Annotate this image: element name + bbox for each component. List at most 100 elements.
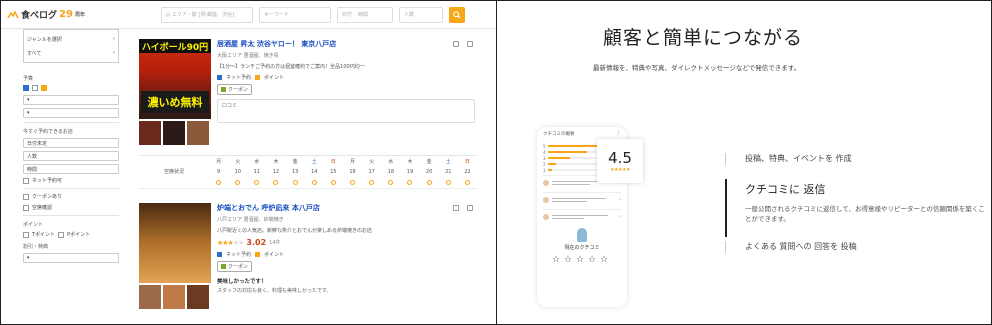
review-title[interactable]: 美味しかったです！: [217, 277, 475, 285]
restaurant-info: 居酒屋 昇太 渋谷ヤロー！ 東京八戸店 大阪エリア 居酒屋、焼き鳥 【1分〜】ラ…: [217, 39, 475, 123]
online-reserve-row[interactable]: ネット予約可: [23, 177, 123, 184]
bookmark-icon[interactable]: [467, 205, 473, 211]
feature-reply-reviews[interactable]: クチコミに 返信: [745, 181, 826, 197]
budget-min-select[interactable]: ▾: [23, 95, 119, 105]
search-button[interactable]: [448, 6, 465, 23]
point-icon: [255, 252, 261, 257]
photo-thumbnails: [139, 285, 209, 309]
restaurant-name-link[interactable]: 居酒屋 昇太 渋谷ヤロー！ 東京八戸店: [217, 39, 475, 49]
date-field[interactable]: 日付: [342, 11, 352, 18]
right-screenshot: 顧客と簡単につながる 最新情報を、特典や写真、ダイレクトメッセージなどで発信でき…: [496, 0, 992, 325]
restaurant-tags: ネット予約 ポイント: [217, 74, 475, 81]
genre-selector[interactable]: ジャンルを選択 › すべて ›: [23, 29, 119, 63]
logo[interactable]: 食べログ 29 周年: [7, 8, 85, 21]
calendar-day[interactable]: 月9: [209, 156, 228, 187]
vacancy-row[interactable]: 空席確認: [23, 204, 123, 211]
coupon-checkbox[interactable]: [23, 193, 29, 200]
people-selector[interactable]: 人数: [398, 6, 443, 23]
rating-row: ★★★★★ 3.02 14件: [217, 238, 475, 247]
divider: [725, 153, 726, 165]
feature-create-posts[interactable]: 投稿、特典、イベントを 作成: [745, 153, 852, 164]
more-icon[interactable]: ⋮: [617, 131, 622, 137]
top-bar: 食べログ 29 周年 ◎ エリア・駅 [例:銀座、渋谷] キーワード 日付 時間…: [1, 1, 496, 29]
calendar-day[interactable]: 木 19: [400, 156, 419, 187]
lunch-checkbox[interactable]: [23, 85, 29, 91]
discount-select[interactable]: ▾: [23, 253, 119, 263]
review-post-icon: [577, 228, 587, 242]
restaurant-photo[interactable]: ハイボール90円 濃いめ無料: [139, 39, 211, 119]
reserve-time-field[interactable]: 時間: [23, 164, 119, 174]
calendar-day[interactable]: 日 15: [324, 156, 343, 187]
thumbnail[interactable]: [139, 285, 161, 309]
calendar-day[interactable]: 金 13: [286, 156, 305, 187]
coupon-button[interactable]: クーポン: [217, 261, 253, 272]
active-indicator: [725, 179, 727, 237]
review-count[interactable]: 14件: [269, 239, 280, 246]
point-row[interactable]: Tポイント Pポイント: [23, 231, 123, 238]
reserve-date-field[interactable]: 日付未定: [23, 138, 119, 148]
p-point-checkbox[interactable]: [58, 231, 65, 238]
restaurant-photo[interactable]: [139, 203, 211, 283]
thumbnail[interactable]: [163, 121, 185, 145]
feature-faq[interactable]: よくある 質問への 回答を 投稿: [745, 241, 857, 252]
time-field[interactable]: 時間: [358, 11, 368, 18]
restaurant-name-link[interactable]: 炉端とおでん 呼炉凪来 本八戸店: [217, 203, 475, 213]
page-title: 顧客と簡単につながる: [603, 27, 804, 49]
area-search-input[interactable]: ◎ エリア・駅 [例:銀座、渋谷]: [160, 6, 253, 23]
coupon-button[interactable]: クーポン: [217, 84, 253, 95]
calendar-day[interactable]: 土 21: [439, 156, 458, 187]
save-icon[interactable]: [453, 205, 459, 211]
keyword-search-input[interactable]: キーワード: [258, 6, 331, 23]
phone-header: クチコミの概要 ⋮: [543, 131, 621, 137]
coupon-icon: [221, 264, 226, 269]
card-actions: [453, 205, 473, 211]
logo-text: 食べログ: [21, 11, 58, 21]
left-screenshot: 食べログ 29 周年 ◎ エリア・駅 [例:銀座、渋谷] キーワード 日付 時間…: [0, 0, 496, 325]
budget-max-select[interactable]: ▾: [23, 108, 119, 118]
calendar-day[interactable]: 金 20: [420, 156, 439, 187]
restaurant-area: 八戸エリア 居酒屋、炉端焼き: [217, 217, 284, 223]
net-reserve-icon: [217, 252, 222, 257]
t-point-checkbox[interactable]: [23, 231, 29, 238]
review-snippet[interactable]: 口コミ: [217, 99, 475, 123]
online-reserve-checkbox[interactable]: [23, 177, 29, 184]
divider: [23, 122, 119, 123]
chevron-right-icon: ›: [113, 36, 115, 42]
feature-reply-description: 一般公開されるクチコミに返信して、お得意様やリピーターとの信頼関係を築くことがで…: [745, 205, 985, 223]
thumbnail[interactable]: [139, 121, 161, 145]
chevron-right-icon: ›: [619, 214, 621, 220]
review-item[interactable]: ›: [543, 192, 621, 207]
calendar-day[interactable]: 月 16: [343, 156, 362, 187]
reserve-people-field[interactable]: 人数: [23, 151, 119, 161]
logo-years: 29: [59, 9, 73, 20]
dinner-checkbox[interactable]: [32, 85, 38, 91]
calendar-day[interactable]: 水 18: [381, 156, 400, 187]
calendar-day[interactable]: 日 22: [458, 156, 477, 187]
point-icon: [255, 75, 261, 80]
calendar-day[interactable]: 木 12: [266, 156, 285, 187]
budget-row[interactable]: [23, 85, 123, 91]
star-rating-input[interactable]: ☆☆☆☆☆: [543, 255, 621, 265]
pin-icon: ◎: [165, 11, 171, 18]
page-subtitle: 最新情報を、特典や写真、ダイレクトメッセージなどで発信できます。: [593, 64, 801, 72]
thumbnail[interactable]: [187, 121, 209, 145]
dinner-checkbox-alt[interactable]: [41, 85, 47, 91]
review-item[interactable]: ›: [543, 209, 621, 224]
post-review-area: 現在のクチコミ ☆☆☆☆☆: [543, 228, 621, 265]
calendar-day[interactable]: 火 10: [228, 156, 247, 187]
calendar-day[interactable]: 土 14: [305, 156, 324, 187]
coupon-row[interactable]: クーポンあり: [23, 193, 123, 200]
budget-title: 予算: [23, 76, 34, 82]
avatar: [543, 214, 549, 220]
rating-stars: ★★★★★: [217, 238, 244, 247]
score-stars: ★★★★★: [610, 167, 630, 173]
save-icon[interactable]: [453, 41, 459, 47]
date-time-selector[interactable]: 日付 時間: [336, 6, 393, 23]
chevron-right-icon: ›: [113, 50, 115, 56]
calendar-day[interactable]: 火 17: [362, 156, 381, 187]
bookmark-icon[interactable]: [467, 41, 473, 47]
thumbnail[interactable]: [163, 285, 185, 309]
vacancy-checkbox[interactable]: [23, 204, 29, 211]
calendar-day[interactable]: 水 11: [247, 156, 266, 187]
thumbnail[interactable]: [187, 285, 209, 309]
